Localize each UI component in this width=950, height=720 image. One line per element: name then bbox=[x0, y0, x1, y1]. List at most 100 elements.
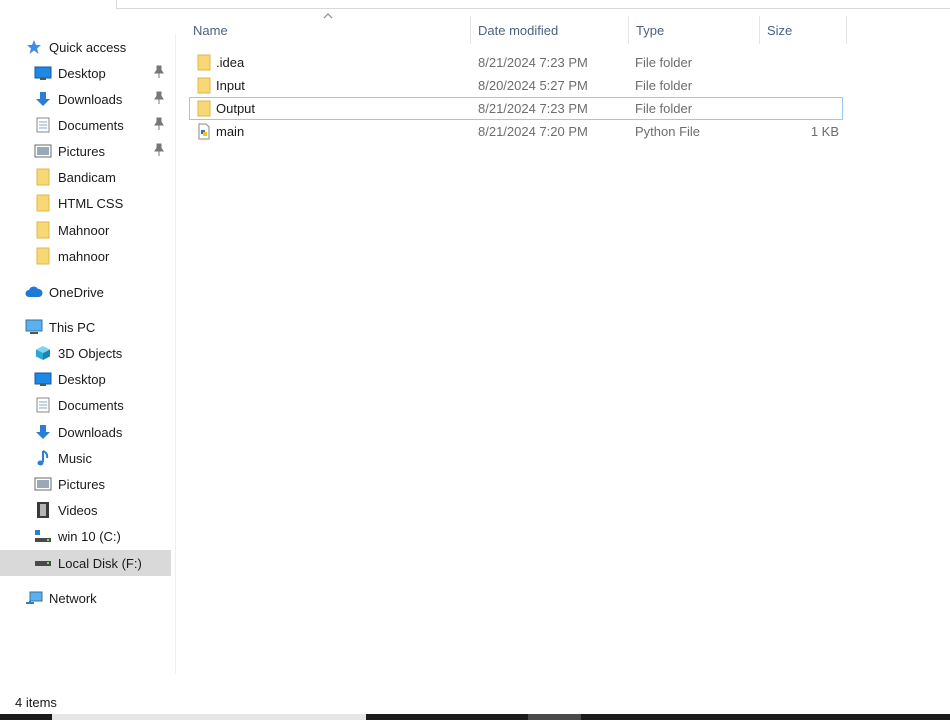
nav-label: 3D Objects bbox=[58, 345, 123, 361]
nav-label: Downloads bbox=[58, 424, 123, 440]
navigation-pane[interactable]: Quick access Desktop Downloads Documents… bbox=[0, 34, 176, 674]
file-row-idea[interactable]: .idea 8/21/2024 7:23 PM File folder bbox=[189, 51, 843, 74]
column-header-label: Size bbox=[767, 22, 793, 38]
column-header-name[interactable]: Name bbox=[193, 16, 469, 44]
nav-label: Desktop bbox=[58, 65, 106, 81]
pictures-icon bbox=[34, 142, 52, 160]
cloud-icon bbox=[25, 283, 43, 301]
column-header-size[interactable]: Size bbox=[767, 16, 845, 44]
column-header-label: Name bbox=[193, 22, 228, 38]
file-type: File folder bbox=[635, 101, 693, 116]
folder-icon bbox=[196, 54, 212, 71]
nav-pc-downloads[interactable]: Downloads bbox=[0, 419, 171, 445]
file-date: 8/20/2024 5:27 PM bbox=[478, 78, 588, 93]
nav-label: Bandicam bbox=[58, 169, 116, 185]
nav-label: Documents bbox=[58, 397, 124, 413]
nav-quick-documents[interactable]: Documents bbox=[0, 112, 171, 138]
python-file-icon bbox=[196, 123, 212, 140]
folder-icon bbox=[196, 77, 212, 94]
nav-pc-pictures[interactable]: Pictures bbox=[0, 471, 171, 497]
nav-quick-pictures[interactable]: Pictures bbox=[0, 138, 171, 164]
cube-icon bbox=[34, 344, 52, 362]
column-header-label: Type bbox=[636, 22, 665, 38]
pin-icon bbox=[153, 65, 167, 81]
nav-quick-bandicam[interactable]: Bandicam bbox=[0, 164, 171, 190]
file-row-output[interactable]: Output 8/21/2024 7:23 PM File folder bbox=[189, 97, 843, 120]
nav-pc-drive-f[interactable]: Local Disk (F:) bbox=[0, 550, 171, 576]
file-explorer-window: Quick access Desktop Downloads Documents… bbox=[0, 0, 950, 720]
nav-quick-desktop[interactable]: Desktop bbox=[0, 60, 171, 86]
star-icon bbox=[25, 38, 43, 56]
nav-quick-access[interactable]: Quick access bbox=[0, 34, 171, 60]
taskbar-app-button[interactable] bbox=[528, 714, 581, 720]
pin-icon bbox=[153, 143, 167, 159]
nav-label: Local Disk (F:) bbox=[58, 555, 142, 571]
nav-label: mahnoor bbox=[58, 248, 110, 264]
nav-label: Pictures bbox=[58, 143, 105, 159]
column-divider[interactable] bbox=[759, 16, 760, 44]
nav-quick-mahnoor[interactable]: Mahnoor bbox=[0, 217, 171, 243]
film-strip-icon bbox=[34, 501, 52, 519]
nav-label: Pictures bbox=[58, 476, 105, 492]
folder-icon bbox=[34, 194, 52, 212]
file-row-input[interactable]: Input 8/20/2024 5:27 PM File folder bbox=[189, 74, 843, 97]
column-divider[interactable] bbox=[628, 16, 629, 44]
file-date: 8/21/2024 7:23 PM bbox=[478, 101, 588, 116]
nav-pc-documents[interactable]: Documents bbox=[0, 392, 171, 418]
nav-label: Mahnoor bbox=[58, 222, 110, 238]
nav-quick-downloads[interactable]: Downloads bbox=[0, 86, 171, 112]
pin-icon bbox=[153, 117, 167, 133]
nav-this-pc[interactable]: This PC bbox=[0, 314, 171, 340]
nav-quick-html-css[interactable]: HTML CSS bbox=[0, 190, 171, 216]
document-icon bbox=[34, 116, 52, 134]
nav-label: Downloads bbox=[58, 91, 123, 107]
nav-onedrive[interactable]: OneDrive bbox=[0, 279, 171, 305]
pin-icon bbox=[153, 91, 167, 107]
address-bar-edge bbox=[116, 0, 950, 9]
column-header-label: Date modified bbox=[478, 22, 559, 38]
column-divider[interactable] bbox=[470, 16, 471, 44]
nav-label: OneDrive bbox=[49, 284, 104, 300]
nav-pc-3d-objects[interactable]: 3D Objects bbox=[0, 340, 171, 366]
folder-icon bbox=[34, 247, 52, 265]
pictures-icon bbox=[34, 475, 52, 493]
desktop-icon bbox=[34, 370, 52, 388]
nav-pc-desktop[interactable]: Desktop bbox=[0, 366, 171, 392]
file-name: Output bbox=[216, 101, 256, 116]
file-name: .idea bbox=[216, 55, 245, 70]
file-date: 8/21/2024 7:20 PM bbox=[478, 124, 588, 139]
nav-pc-music[interactable]: Music bbox=[0, 445, 171, 471]
nav-quick-mahnoor-lower[interactable]: mahnoor bbox=[0, 243, 171, 269]
file-name: main bbox=[216, 124, 245, 139]
file-size: 1 KB bbox=[810, 124, 839, 139]
file-name: Input bbox=[216, 78, 245, 93]
download-arrow-icon bbox=[34, 90, 52, 108]
nav-label: Documents bbox=[58, 117, 124, 133]
nav-network[interactable]: Network bbox=[0, 585, 171, 611]
nav-label: win 10 (C:) bbox=[58, 528, 121, 544]
taskbar-search-box[interactable] bbox=[52, 714, 366, 720]
file-type: File folder bbox=[635, 55, 693, 70]
nav-pc-drive-c[interactable]: win 10 (C:) bbox=[0, 523, 171, 549]
nav-label: Network bbox=[49, 590, 97, 606]
drive-icon bbox=[34, 554, 52, 572]
file-type: File folder bbox=[635, 78, 693, 93]
document-icon bbox=[34, 396, 52, 414]
computer-icon bbox=[25, 318, 43, 336]
desktop-icon bbox=[34, 64, 52, 82]
nav-label: Videos bbox=[58, 502, 98, 518]
column-divider[interactable] bbox=[846, 16, 847, 44]
folder-icon bbox=[196, 100, 212, 117]
column-header-date[interactable]: Date modified bbox=[478, 16, 626, 44]
folder-icon bbox=[34, 221, 52, 239]
nav-label: Music bbox=[58, 450, 92, 466]
status-item-count: 4 items bbox=[15, 695, 57, 710]
folder-icon bbox=[34, 168, 52, 186]
file-row-main[interactable]: main 8/21/2024 7:20 PM Python File 1 KB bbox=[189, 120, 843, 143]
nav-label: This PC bbox=[49, 319, 96, 335]
column-header-type[interactable]: Type bbox=[636, 16, 756, 44]
music-note-icon bbox=[34, 449, 52, 467]
file-type: Python File bbox=[635, 124, 701, 139]
network-icon bbox=[25, 589, 43, 607]
nav-pc-videos[interactable]: Videos bbox=[0, 497, 171, 523]
